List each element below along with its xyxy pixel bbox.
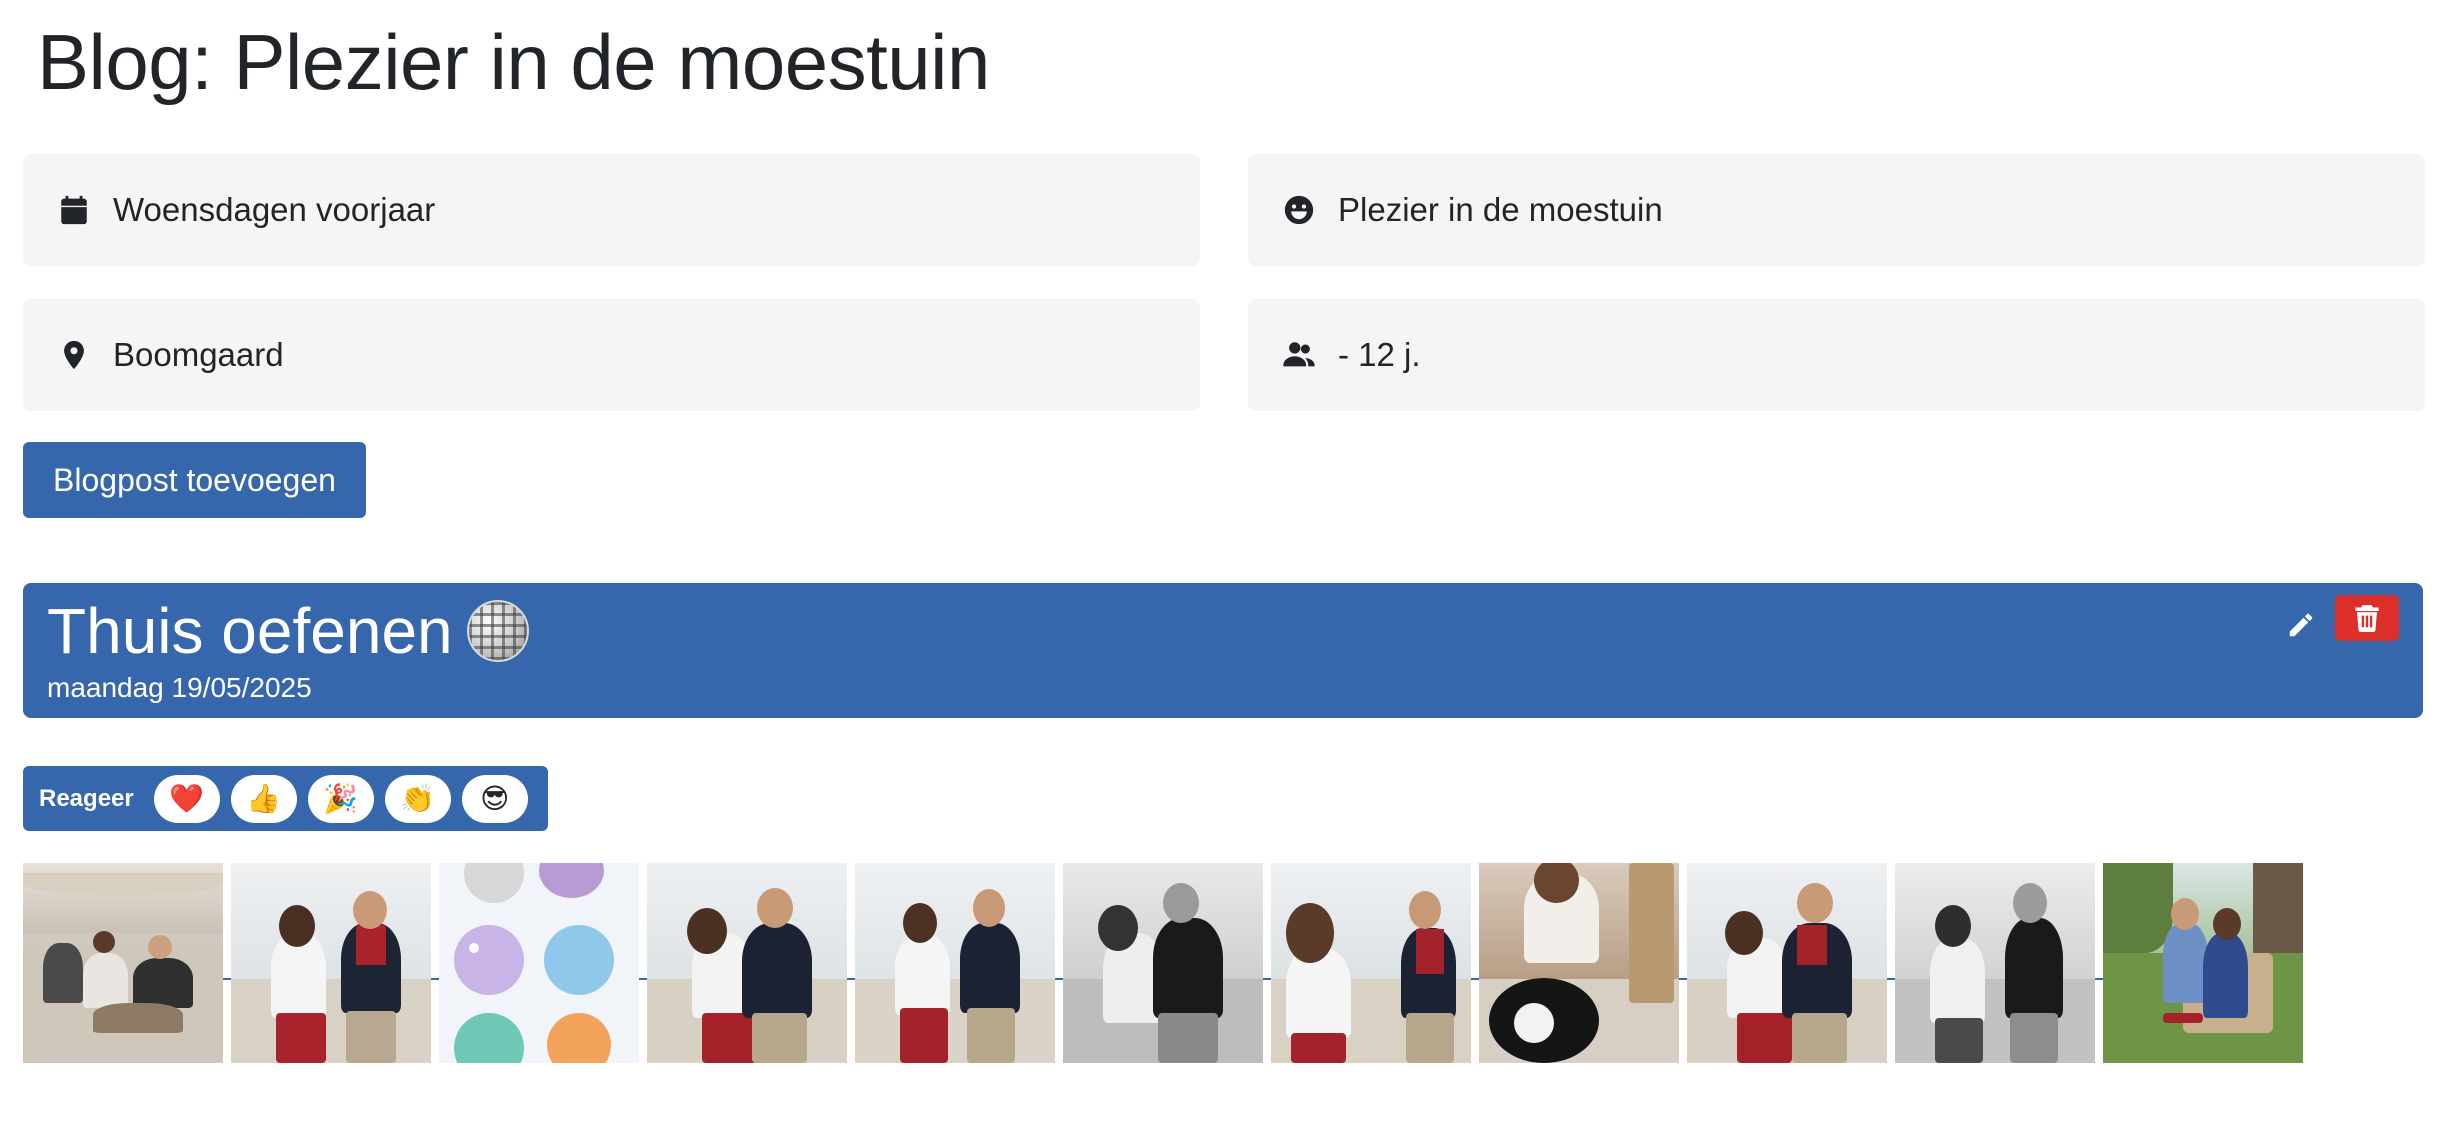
reaction-heart-button[interactable]: ❤️ xyxy=(153,774,220,823)
trash-icon xyxy=(2355,605,2379,632)
info-when-text: Woensdagen voorjaar xyxy=(113,191,436,228)
gallery-photo-6[interactable] xyxy=(1063,863,1263,1063)
photo-gallery xyxy=(23,863,2423,1063)
info-card-theme: Plezier in de moestuin xyxy=(1248,154,2425,266)
gallery-photo-1[interactable] xyxy=(23,863,223,1063)
reaction-label: Reageer xyxy=(39,784,134,812)
info-location-text: Boomgaard xyxy=(113,336,284,373)
post-date: maandag 19/05/2025 xyxy=(47,672,312,703)
gallery-photo-3[interactable] xyxy=(439,863,639,1063)
reaction-bar: Reageer ❤️ 👍 🎉 👏 😎 xyxy=(23,766,548,831)
gallery-photo-7[interactable] xyxy=(1271,863,1471,1063)
add-blogpost-button[interactable]: Blogpost toevoegen xyxy=(23,442,366,518)
gallery-photo-5[interactable] xyxy=(855,863,1055,1063)
pencil-icon xyxy=(2289,613,2313,637)
reaction-thumbs-up-button[interactable]: 👍 xyxy=(230,774,297,823)
reaction-clap-button[interactable]: 👏 xyxy=(384,774,451,823)
info-age-text: - 12 j. xyxy=(1338,336,1421,373)
gallery-photo-9[interactable] xyxy=(1687,863,1887,1063)
calendar-icon xyxy=(55,191,93,229)
gallery-photo-4[interactable] xyxy=(647,863,847,1063)
delete-post-button[interactable] xyxy=(2335,595,2399,641)
post-header: Thuis oefenen maandag 19/05/2025 xyxy=(23,583,2423,718)
info-theme-text: Plezier in de moestuin xyxy=(1338,191,1663,228)
info-card-age: - 12 j. xyxy=(1248,299,2425,411)
gallery-photo-10[interactable] xyxy=(1895,863,2095,1063)
gallery-photo-8[interactable] xyxy=(1479,863,1679,1063)
info-card-location: Boomgaard xyxy=(23,299,1200,411)
edit-post-button[interactable] xyxy=(2277,601,2325,649)
reaction-party-button[interactable]: 🎉 xyxy=(307,774,374,823)
map-pin-icon xyxy=(55,336,93,374)
info-grid: Woensdagen voorjaar Plezier in de moestu… xyxy=(23,154,2425,411)
disco-ball-icon xyxy=(466,600,529,662)
post-title: Thuis oefenen xyxy=(47,595,453,667)
info-card-when: Woensdagen voorjaar xyxy=(23,154,1200,266)
post-title-row: Thuis oefenen xyxy=(47,591,2423,671)
reaction-sunglasses-button[interactable]: 😎 xyxy=(461,774,528,823)
smile-icon xyxy=(1280,191,1318,229)
users-icon xyxy=(1280,336,1318,374)
gallery-photo-2[interactable] xyxy=(231,863,431,1063)
page-title: Blog: Plezier in de moestuin xyxy=(37,18,990,106)
page: Blog: Plezier in de moestuin Woensdagen … xyxy=(0,0,2450,1140)
gallery-photo-11[interactable] xyxy=(2103,863,2303,1063)
